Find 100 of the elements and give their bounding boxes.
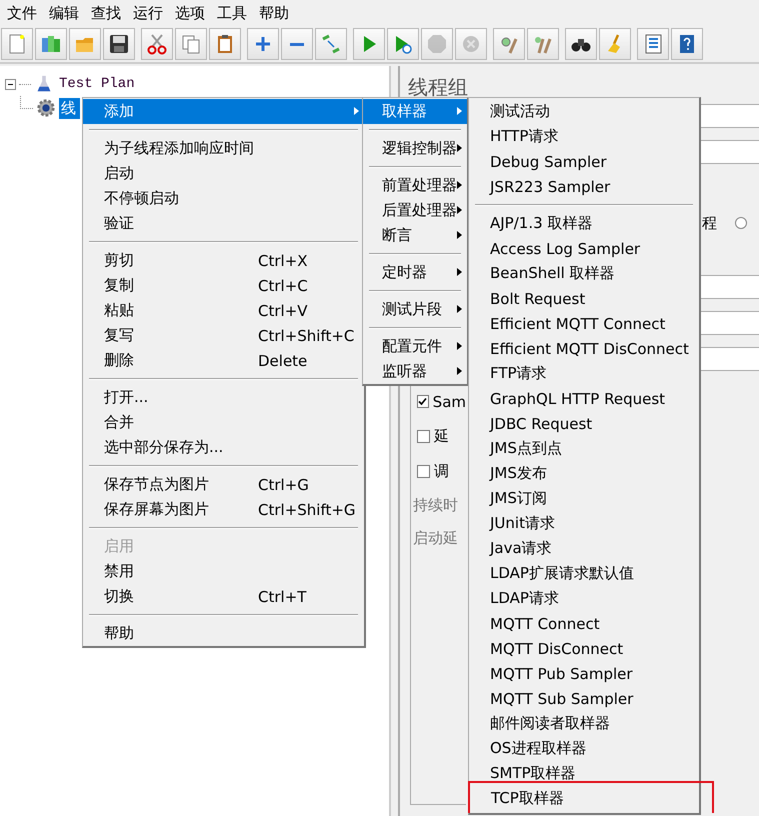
menu-item[interactable]: TCP取样器	[470, 786, 719, 811]
menu-item-label: AJP/1.3 取样器	[490, 214, 592, 233]
toolbar-button[interactable]	[103, 28, 135, 60]
menu-item[interactable]: JSR223 Sampler	[469, 174, 699, 199]
menu-bar-item[interactable]: 编辑	[43, 0, 85, 26]
menu-item[interactable]: JMS点到点	[469, 436, 699, 461]
submenu-item[interactable]: 配置元件	[363, 334, 467, 359]
menu-item-label: 保存屏幕为图片	[104, 500, 209, 519]
menu-item-label: 断言	[382, 226, 412, 245]
menu-item[interactable]: 删除 Delete	[83, 348, 364, 373]
menu-item[interactable]: FTP请求	[469, 361, 699, 386]
menu-item[interactable]: 邮件阅读者取样器	[469, 711, 699, 736]
checkbox[interactable]	[417, 395, 429, 408]
menu-item[interactable]: Access Log Sampler	[469, 236, 699, 261]
input-field[interactable]	[698, 104, 759, 128]
checkbox[interactable]	[417, 430, 430, 443]
menu-bar-item[interactable]: 文件	[1, 0, 43, 26]
menu-bar-item[interactable]: 查找	[85, 0, 127, 26]
menu-item[interactable]: JMS发布	[469, 461, 699, 486]
menu-item[interactable]: HTTP请求	[469, 124, 699, 149]
shortcut-label: Delete	[258, 352, 308, 370]
submenu-item[interactable]: 取样器	[363, 99, 467, 124]
submenu-item[interactable]: 前置处理器	[363, 173, 467, 198]
menu-item[interactable]: Bolt Request	[469, 286, 699, 311]
menu-item-label: 删除	[104, 351, 134, 370]
menu-item[interactable]: Debug Sampler	[469, 149, 699, 174]
menu-item-label: Efficient MQTT DisConnect	[490, 340, 689, 358]
menu-item[interactable]: 启动	[83, 161, 364, 186]
menu-item-label: 监听器	[382, 362, 427, 381]
menu-item-label: 定时器	[382, 263, 427, 282]
checkbox-label: 延	[434, 427, 449, 446]
menu-item[interactable]: 复制 Ctrl+C	[83, 273, 364, 298]
menu-item[interactable]: LDAP扩展请求默认值	[469, 561, 699, 586]
input-field[interactable]	[698, 347, 759, 371]
input-field[interactable]	[698, 275, 759, 299]
menu-bar-item[interactable]: 运行	[127, 0, 169, 26]
menu-bar-item[interactable]: 选项	[169, 0, 211, 26]
menu-item-label: 配置元件	[382, 337, 442, 356]
menu-item[interactable]: MQTT Pub Sampler	[469, 661, 699, 686]
submenu-item[interactable]: 测试片段	[363, 297, 467, 322]
menu-item[interactable]: 复写 Ctrl+Shift+C	[83, 323, 364, 348]
menu-item[interactable]: BeanShell 取样器	[469, 261, 699, 286]
menu-item[interactable]: JUnit请求	[469, 511, 699, 536]
menu-item-label: Efficient MQTT Connect	[490, 314, 666, 332]
submenu-item[interactable]: 逻辑控制器	[363, 136, 467, 161]
menu-item[interactable]: 打开...	[83, 385, 364, 410]
submenu-item[interactable]: 定时器	[363, 260, 467, 285]
menu-item[interactable]: MQTT Sub Sampler	[469, 686, 699, 711]
menu-item[interactable]: 测试活动	[469, 99, 699, 124]
menu-item[interactable]: 禁用	[83, 559, 364, 584]
scissors-icon	[146, 33, 168, 55]
menu-item-label: 启用	[104, 537, 134, 556]
cancel-circle-icon	[460, 33, 482, 55]
radio-button[interactable]	[735, 217, 747, 229]
menu-item[interactable]: 为子线程添加响应时间	[83, 136, 364, 161]
submenu-item[interactable]: 断言	[363, 223, 467, 248]
menu-item[interactable]: 切换 Ctrl+T	[83, 584, 364, 609]
menu-item[interactable]: JMS订阅	[469, 486, 699, 511]
menu-item[interactable]: MQTT Connect	[469, 611, 699, 636]
tree-node[interactable]: 线	[59, 98, 80, 118]
menu-item-label: 粘贴	[104, 301, 134, 320]
collapse-toggle[interactable]	[5, 78, 16, 90]
menu-item[interactable]: MQTT DisConnect	[469, 636, 699, 661]
menu-item[interactable]: GraphQL HTTP Request	[469, 386, 699, 411]
toolbar-button[interactable]	[671, 28, 703, 60]
menu-item[interactable]: LDAP请求	[469, 586, 699, 611]
menu-item[interactable]: 保存节点为图片 Ctrl+G	[83, 472, 364, 497]
menu-item[interactable]: JDBC Request	[469, 411, 699, 436]
menu-item[interactable]: 验证	[83, 211, 364, 236]
menu-item[interactable]: Efficient MQTT Connect	[469, 311, 699, 336]
menu-item[interactable]: 保存屏幕为图片 Ctrl+Shift+G	[83, 497, 364, 522]
toolbar-button[interactable]	[565, 28, 597, 60]
menu-item-label: LDAP扩展请求默认值	[490, 564, 634, 583]
menu-bar-item[interactable]: 工具	[211, 0, 253, 26]
menu-item-label: 逻辑控制器	[382, 139, 457, 158]
menu-item-label: 取样器	[382, 102, 427, 121]
input-field[interactable]	[698, 140, 759, 164]
tree-node[interactable]: Test Plan	[57, 75, 137, 93]
menu-item[interactable]: 不停顿启动	[83, 186, 364, 211]
menu-item[interactable]: 合并	[83, 410, 364, 435]
menu-item[interactable]: Efficient MQTT DisConnect	[469, 336, 699, 361]
menu-item-label: MQTT Sub Sampler	[490, 690, 634, 708]
menu-item-label: 禁用	[104, 562, 134, 581]
menu-item[interactable]: 剪切 Ctrl+X	[83, 248, 364, 273]
shortcut-label: Ctrl+Shift+G	[258, 500, 356, 518]
menu-item[interactable]: 选中部分保存为...	[83, 435, 364, 460]
menu-item[interactable]: 粘贴 Ctrl+V	[83, 298, 364, 323]
input-field[interactable]	[698, 311, 759, 335]
checkbox[interactable]	[417, 465, 430, 478]
menu-item[interactable]: AJP/1.3 取样器	[469, 211, 699, 236]
submenu-item[interactable]: 监听器	[363, 359, 467, 384]
submenu-item[interactable]: 添加	[83, 99, 364, 124]
menu-item[interactable]: SMTP取样器	[469, 761, 699, 786]
menu-item-label: 帮助	[104, 624, 134, 643]
menu-item[interactable]: Java请求	[469, 536, 699, 561]
menu-item-label: JSR223 Sampler	[490, 178, 610, 196]
submenu-item[interactable]: 后置处理器	[363, 198, 467, 223]
menu-item[interactable]: OS进程取样器	[469, 736, 699, 761]
menu-item[interactable]: 帮助	[83, 621, 364, 646]
menu-bar-item[interactable]: 帮助	[253, 0, 295, 26]
